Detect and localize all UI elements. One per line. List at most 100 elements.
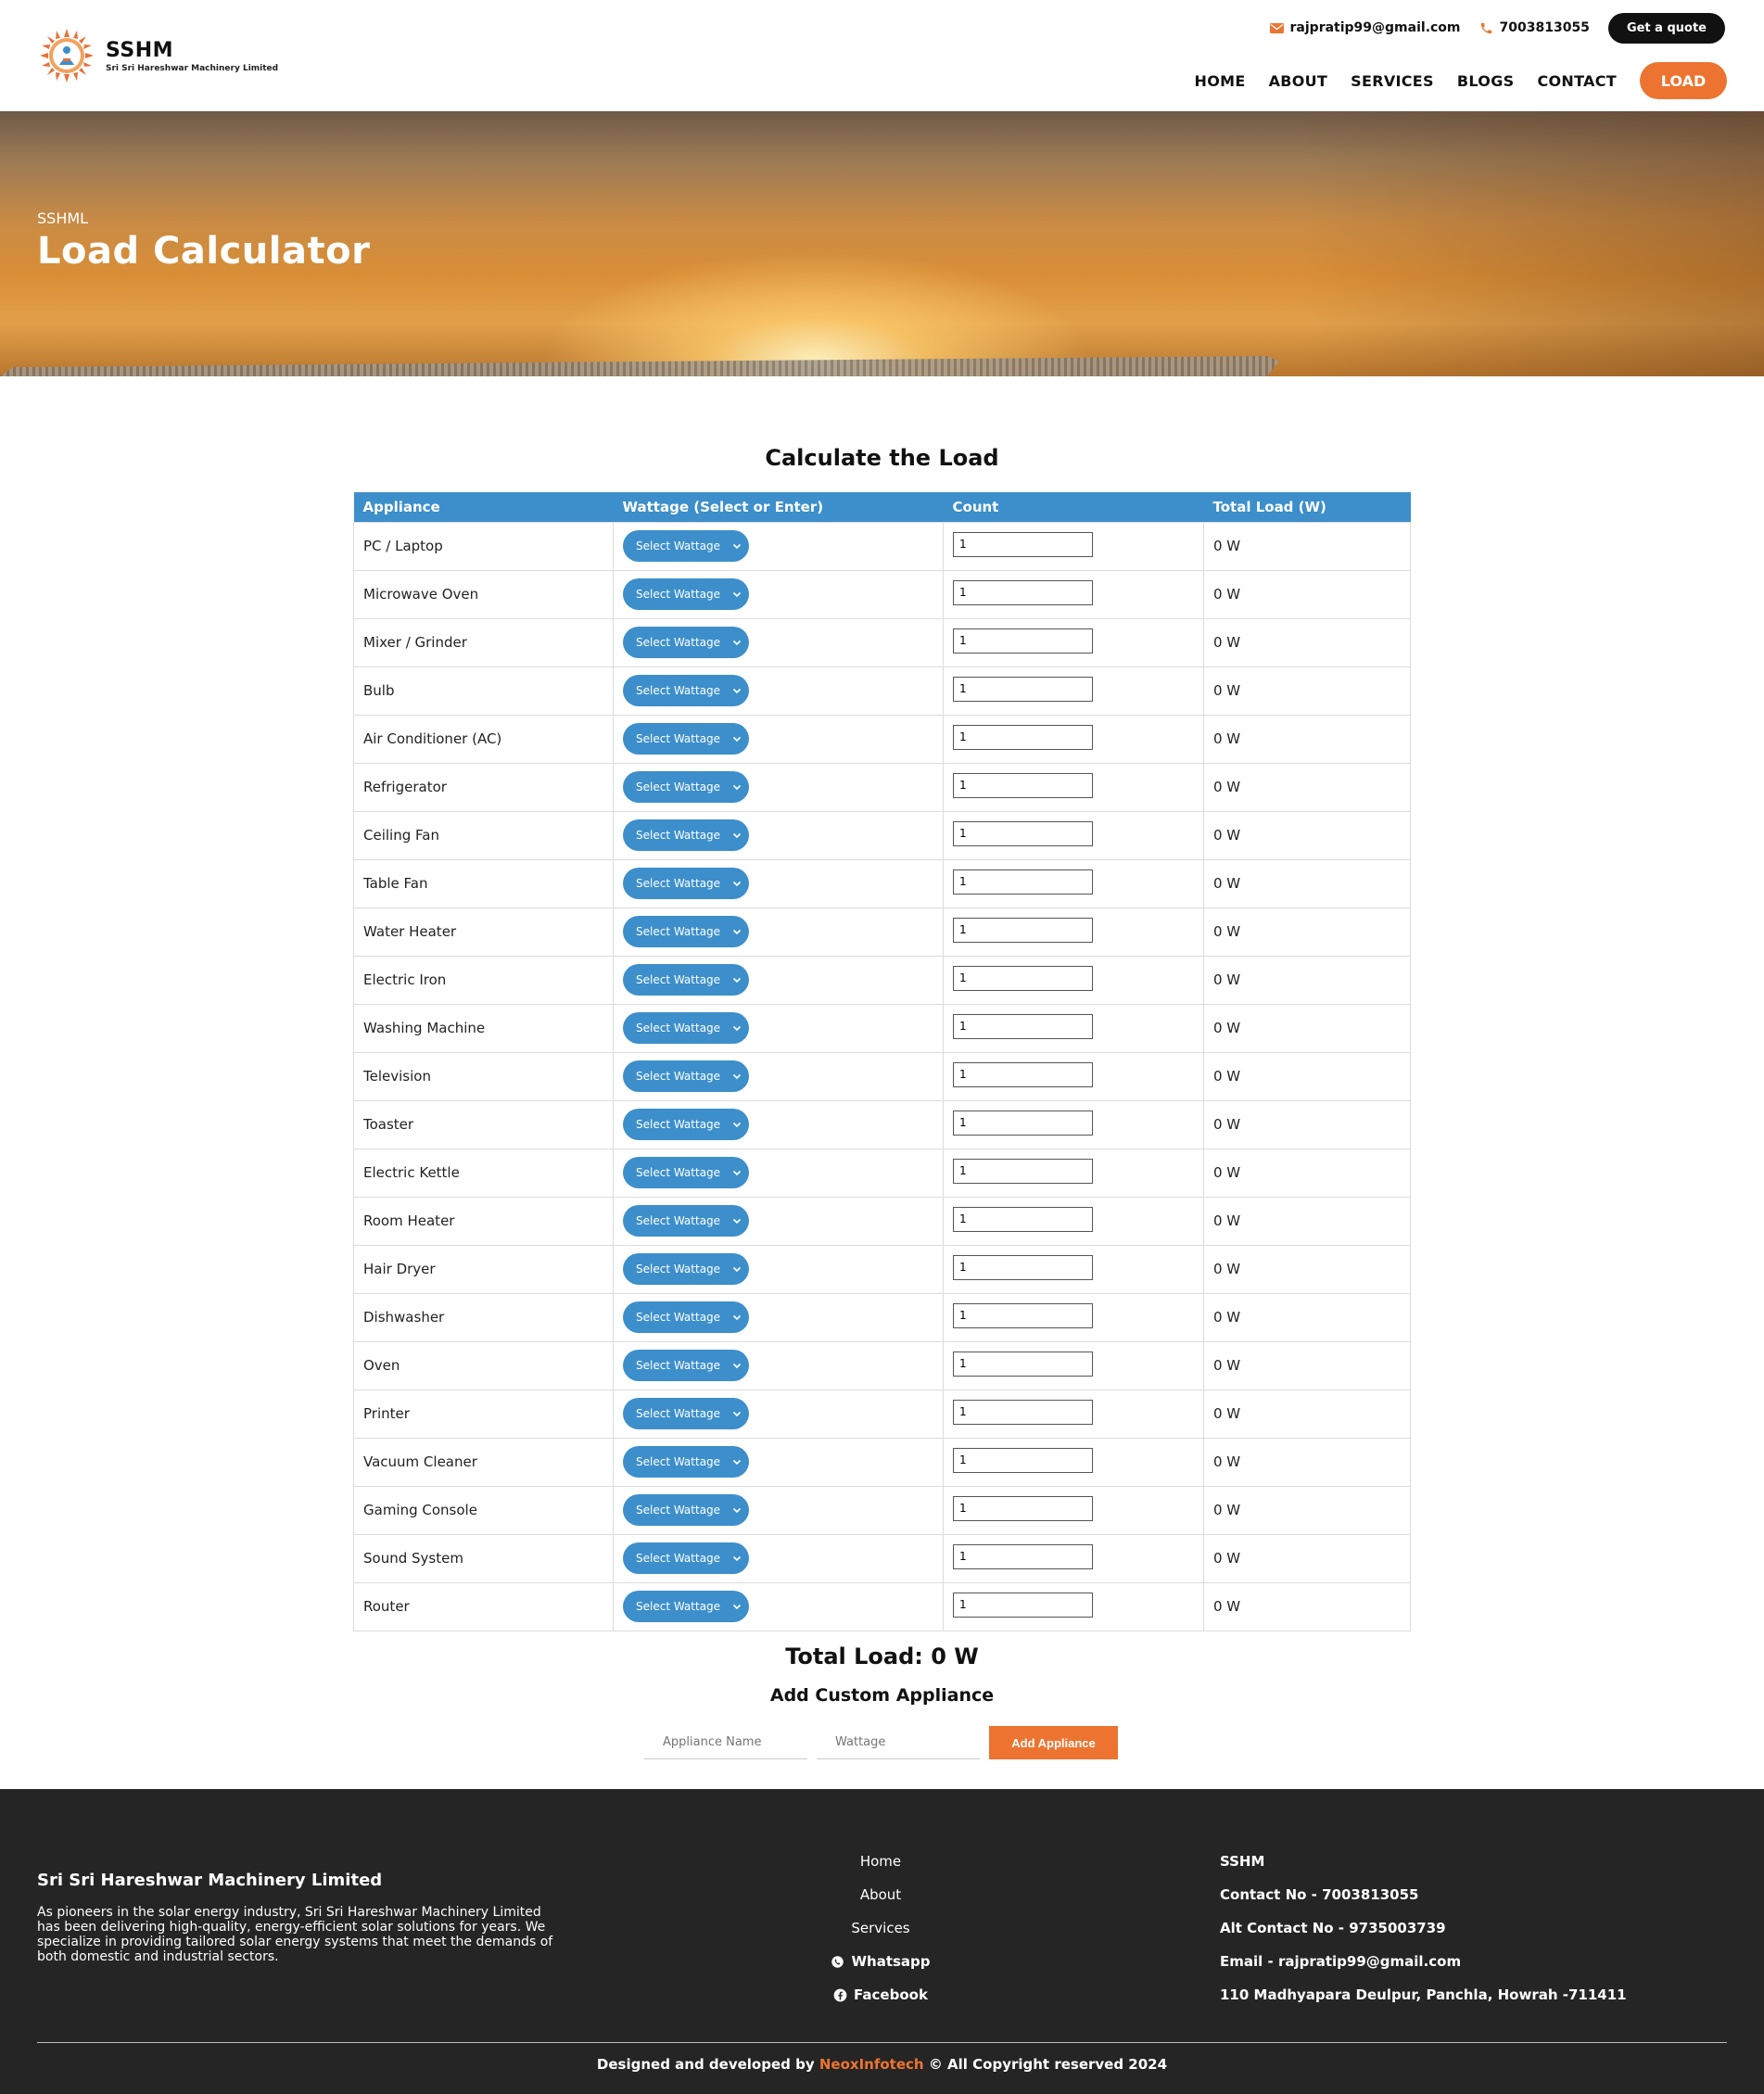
footer-link-about[interactable]: About [816,1878,945,1911]
count-input[interactable] [953,676,1093,702]
add-appliance-button[interactable]: Add Appliance [989,1726,1118,1759]
wattage-select[interactable]: Select Wattage [623,1109,749,1140]
total-load-cell: 0 W [1203,714,1411,764]
count-input[interactable] [953,1447,1093,1473]
nav-blogs[interactable]: BLOGS [1457,72,1515,90]
appliance-name: Sound System [353,1533,614,1583]
footer-link-services[interactable]: Services [816,1911,945,1945]
wattage-cell: Select Wattage [613,1244,944,1294]
footer-link-whatsapp[interactable]: Whatsapp [816,1945,945,1978]
count-input[interactable] [953,1013,1093,1039]
site-header: SSHM Sri Sri Hareshwar Machinery Limited… [0,0,1764,111]
wattage-select-label: Select Wattage [636,636,721,649]
total-load-cell: 0 W [1203,1292,1411,1342]
wattage-select-label: Select Wattage [636,1407,721,1420]
total-load-cell: 0 W [1203,569,1411,619]
wattage-select[interactable]: Select Wattage [623,1350,749,1381]
wattage-select[interactable]: Select Wattage [623,771,749,803]
count-input[interactable] [953,917,1093,943]
footer-link-home[interactable]: Home [816,1845,945,1878]
count-input[interactable] [953,772,1093,798]
nav-home[interactable]: HOME [1195,72,1246,90]
get-quote-button[interactable]: Get a quote [1607,12,1725,44]
developer-link[interactable]: NeoxInfotech [819,2056,924,2073]
phone-icon [1479,21,1493,35]
wattage-select[interactable]: Select Wattage [623,675,749,706]
count-input[interactable] [953,1158,1093,1184]
count-input[interactable] [953,1351,1093,1377]
wattage-select[interactable]: Select Wattage [623,1591,749,1622]
nav-load-button[interactable]: LOAD [1640,62,1727,99]
count-input[interactable] [953,1592,1093,1618]
wattage-select[interactable]: Select Wattage [623,627,749,658]
wattage-select[interactable]: Select Wattage [623,1012,749,1044]
footer-contact-phone[interactable]: Contact No - 7003813055 [1220,1878,1627,1911]
chevron-down-icon [731,1456,742,1467]
count-input[interactable] [953,1061,1093,1087]
wattage-input[interactable] [817,1726,980,1759]
total-load-cell: 0 W [1203,521,1411,571]
count-input[interactable] [953,531,1093,557]
wattage-select-label: Select Wattage [636,539,721,552]
count-input[interactable] [953,1110,1093,1136]
count-input[interactable] [953,965,1093,991]
count-input[interactable] [953,820,1093,846]
wattage-select[interactable]: Select Wattage [623,1253,749,1285]
wattage-select-label: Select Wattage [636,684,721,697]
wattage-select[interactable]: Select Wattage [623,1542,749,1574]
wattage-select[interactable]: Select Wattage [623,916,749,947]
appliance-name: Gaming Console [353,1485,614,1535]
email-link[interactable]: rajpratip99@gmail.com [1269,20,1461,35]
count-input[interactable] [953,869,1093,895]
wattage-select[interactable]: Select Wattage [623,1398,749,1429]
count-input[interactable] [953,1399,1093,1425]
wattage-cell: Select Wattage [613,666,944,716]
wattage-select[interactable]: Select Wattage [623,1301,749,1333]
nav-about[interactable]: ABOUT [1269,72,1328,90]
wattage-select[interactable]: Select Wattage [623,1494,749,1526]
count-cell [943,955,1204,1005]
logo[interactable]: SSHM Sri Sri Hareshwar Machinery Limited [39,28,278,83]
table-row: Bulb Select Wattage 0 W [353,666,1411,716]
total-load-cell: 0 W [1203,810,1411,860]
wattage-select[interactable]: Select Wattage [623,723,749,755]
appliance-name: Ceiling Fan [353,810,614,860]
wattage-select[interactable]: Select Wattage [623,868,749,899]
wattage-select[interactable]: Select Wattage [623,578,749,610]
appliance-name: Washing Machine [353,1003,614,1053]
count-cell [943,1437,1204,1487]
table-row: Room Heater Select Wattage 0 W [353,1196,1411,1246]
footer-contact-title: SSHM [1220,1853,1265,1870]
count-input[interactable] [953,724,1093,750]
wattage-select[interactable]: Select Wattage [623,964,749,996]
wattage-select[interactable]: Select Wattage [623,1205,749,1237]
count-input[interactable] [953,579,1093,605]
chevron-down-icon [731,1263,742,1275]
nav-contact[interactable]: CONTACT [1537,72,1617,90]
count-input[interactable] [953,628,1093,654]
count-input[interactable] [953,1302,1093,1328]
chevron-down-icon [731,1167,742,1178]
wattage-select[interactable]: Select Wattage [623,530,749,562]
footer-link-facebook[interactable]: Facebook [816,1978,945,2012]
footer-contact-email[interactable]: Email - rajpratip99@gmail.com [1220,1945,1627,1978]
appliance-name-input[interactable] [644,1726,807,1759]
count-input[interactable] [953,1254,1093,1280]
chevron-down-icon [731,1601,742,1612]
wattage-cell: Select Wattage [613,714,944,764]
wattage-select[interactable]: Select Wattage [623,1157,749,1188]
footer-contact-address: 110 Madhyapara Deulpur, Panchla, Howrah … [1220,1986,1627,2003]
wattage-cell: Select Wattage [613,1292,944,1342]
phone-link[interactable]: 7003813055 [1479,20,1590,35]
wattage-select[interactable]: Select Wattage [623,1446,749,1478]
count-cell [943,617,1204,667]
count-input[interactable] [953,1206,1093,1232]
count-input[interactable] [953,1543,1093,1569]
custom-appliance-form: Add Appliance [644,1726,1118,1759]
chevron-down-icon [731,1312,742,1323]
wattage-select[interactable]: Select Wattage [623,1060,749,1092]
nav-services[interactable]: SERVICES [1351,72,1434,90]
wattage-select[interactable]: Select Wattage [623,819,749,851]
count-input[interactable] [953,1495,1093,1521]
footer-contact-alt-phone[interactable]: Alt Contact No - 9735003739 [1220,1911,1627,1945]
